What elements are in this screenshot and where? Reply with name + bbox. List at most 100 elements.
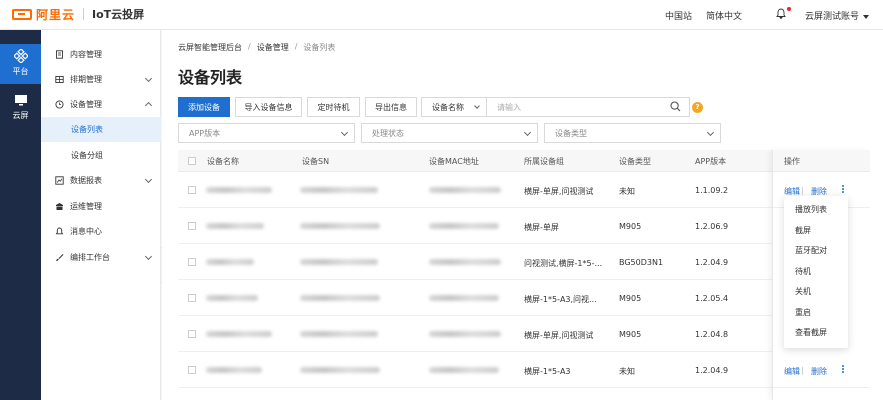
more-actions-menu: 播放列表 截屏 蓝牙配对 待机 关机 重启 查看截屏 [784, 196, 848, 348]
table-row[interactable]: 横屏-单屏 M905 1.2.06.9 [178, 208, 869, 244]
table-row[interactable]: 横屏-单屏,问视测试 未知 1.1.09.2 [178, 172, 869, 208]
redacted-device-sn [300, 187, 378, 193]
sidebar-item-reports[interactable]: 数据报表 [41, 168, 161, 193]
redacted-device-name [206, 295, 258, 301]
bell-icon[interactable] [776, 8, 786, 19]
action-divider [802, 187, 803, 195]
help-icon[interactable]: ? [692, 102, 703, 113]
breadcrumb-item[interactable]: 云屏智能管理后台 [178, 42, 242, 53]
row-checkbox[interactable] [188, 222, 196, 230]
row-checkbox[interactable] [188, 366, 196, 374]
region-link[interactable]: 中国站 [665, 9, 692, 22]
filter-placeholder: APP版本 [189, 128, 221, 138]
product-name: IoT云投屏 [92, 8, 145, 21]
column-header[interactable]: APP版本 [695, 156, 726, 167]
device-type: M905 [619, 222, 642, 231]
chevron-down-icon [144, 252, 153, 261]
search-field-select[interactable]: 设备名称 [421, 97, 487, 117]
device-type: M905 [619, 294, 642, 303]
schedule-standby-button[interactable]: 定时待机 [307, 97, 360, 117]
wrench-icon [55, 202, 64, 211]
column-header[interactable]: 设备类型 [619, 156, 651, 167]
chevron-down-icon [144, 175, 153, 184]
account-menu[interactable]: 云屏测试账号 [805, 9, 870, 22]
search-icon[interactable] [670, 101, 681, 112]
sidebar-item-label: 数据报表 [70, 176, 102, 185]
app-version: 1.1.09.2 [695, 186, 729, 195]
redacted-mac [429, 331, 501, 337]
sidebar-item-label: 设备列表 [71, 125, 103, 134]
more-vertical-icon[interactable] [841, 185, 845, 195]
sidebar-item-schedule[interactable]: 排期管理 [41, 67, 161, 92]
status-filter[interactable]: 处理状态 [361, 123, 538, 143]
row-checkbox[interactable] [188, 186, 196, 194]
sidebar-item-label: 内容管理 [70, 50, 102, 59]
app-version: 1.2.04.9 [695, 366, 729, 375]
sidebar-item-label: 排期管理 [70, 75, 102, 84]
device-type: M905 [619, 330, 642, 339]
edit-link[interactable]: 编辑 [784, 366, 800, 377]
sidebar-item-device-list[interactable]: 设备列表 [41, 117, 161, 142]
menu-item-restart[interactable]: 重启 [784, 303, 848, 324]
export-button[interactable]: 导出信息 [365, 97, 417, 117]
logo-divider [83, 8, 85, 20]
sidebar-item-messages[interactable]: 消息中心 [41, 219, 161, 244]
search-input[interactable] [486, 97, 690, 117]
table-row[interactable]: 横屏-1*5-A3,问视... M905 1.2.05.4 [178, 280, 869, 316]
sidebar-item-workbench[interactable]: 编排工作台 [41, 245, 161, 270]
rail-item-platform[interactable]: 平台 [0, 44, 41, 84]
redacted-mac [429, 223, 499, 229]
table-header: 设备名称 设备SN 设备MAC地址 所属设备组 设备类型 APP版本 [178, 150, 869, 172]
menu-item-view-screenshot[interactable]: 查看截屏 [784, 323, 848, 344]
rail-item-cloud-screen[interactable]: 云屏 [0, 88, 41, 128]
more-vertical-icon[interactable] [841, 365, 845, 375]
account-name: 云屏测试账号 [805, 12, 860, 22]
menu-item-standby[interactable]: 待机 [784, 262, 848, 283]
filter-placeholder: 处理状态 [372, 128, 404, 138]
import-device-button[interactable]: 导入设备信息 [235, 97, 302, 117]
menu-item-screenshot[interactable]: 截屏 [784, 221, 848, 242]
device-group: 问视测试,横屏-1*5-... [524, 259, 603, 268]
app-version: 1.2.04.9 [695, 258, 729, 267]
delete-link[interactable]: 删除 [811, 366, 827, 377]
main-content: 云屏智能管理后台 / 设备管理 / 设备列表 设备列表 添加设备 导入设备信息 … [162, 30, 883, 400]
language-switch[interactable]: 简体中文 [706, 9, 742, 22]
column-header[interactable]: 设备MAC地址 [429, 156, 479, 167]
device-type-filter[interactable]: 设备类型 [544, 123, 721, 143]
column-header[interactable]: 设备SN [302, 156, 329, 167]
table-row[interactable]: 横屏-单屏,问视测试 M905 1.2.04.8 [178, 316, 869, 352]
row-checkbox[interactable] [188, 258, 196, 266]
breadcrumb-separator: / [294, 42, 298, 51]
device-group: 横屏-单屏,问视测试 [524, 187, 594, 196]
row-checkbox[interactable] [188, 294, 196, 302]
sidebar: 内容管理 排期管理 设备管理 设备列表 设备分组 数据报表 运维管理 消息中心 … [41, 30, 161, 400]
rail-label: 平台 [12, 67, 29, 76]
row-checkbox[interactable] [188, 330, 196, 338]
platform-icon [13, 49, 28, 63]
app-version-filter[interactable]: APP版本 [178, 123, 355, 143]
chevron-down-icon [144, 74, 153, 83]
breadcrumb-item[interactable]: 设备管理 [257, 42, 289, 53]
sidebar-item-content[interactable]: 内容管理 [41, 42, 161, 67]
redacted-device-name [206, 259, 254, 265]
device-type: 未知 [619, 367, 635, 376]
column-header[interactable]: 设备名称 [207, 156, 239, 167]
table-row[interactable]: 横屏-1*5-A3 未知 1.2.04.9 [178, 352, 869, 388]
device-group: 横屏-1*5-A3 [524, 367, 571, 376]
menu-item-shutdown[interactable]: 关机 [784, 282, 848, 303]
brand-logo[interactable]: 阿里云 IoT云投屏 [12, 6, 144, 22]
sidebar-item-device-management[interactable]: 设备管理 [41, 92, 161, 117]
sidebar-item-ops[interactable]: 运维管理 [41, 194, 161, 219]
menu-item-playlist[interactable]: 播放列表 [784, 200, 848, 221]
rail-label: 云屏 [12, 111, 29, 120]
sidebar-item-device-group[interactable]: 设备分组 [41, 143, 161, 168]
select-all-checkbox[interactable] [188, 157, 196, 165]
bell-icon [55, 227, 64, 236]
table-row[interactable]: 问视测试,横屏-1*5-... BG50D3N1 1.2.04.9 [178, 244, 869, 280]
add-device-button[interactable]: 添加设备 [178, 97, 230, 117]
brand-name: 阿里云 [36, 7, 76, 22]
redacted-device-name [206, 367, 262, 373]
column-header[interactable]: 所属设备组 [524, 156, 564, 167]
device-group: 横屏-单屏 [524, 223, 559, 232]
menu-item-bluetooth-pair[interactable]: 蓝牙配对 [784, 241, 848, 262]
